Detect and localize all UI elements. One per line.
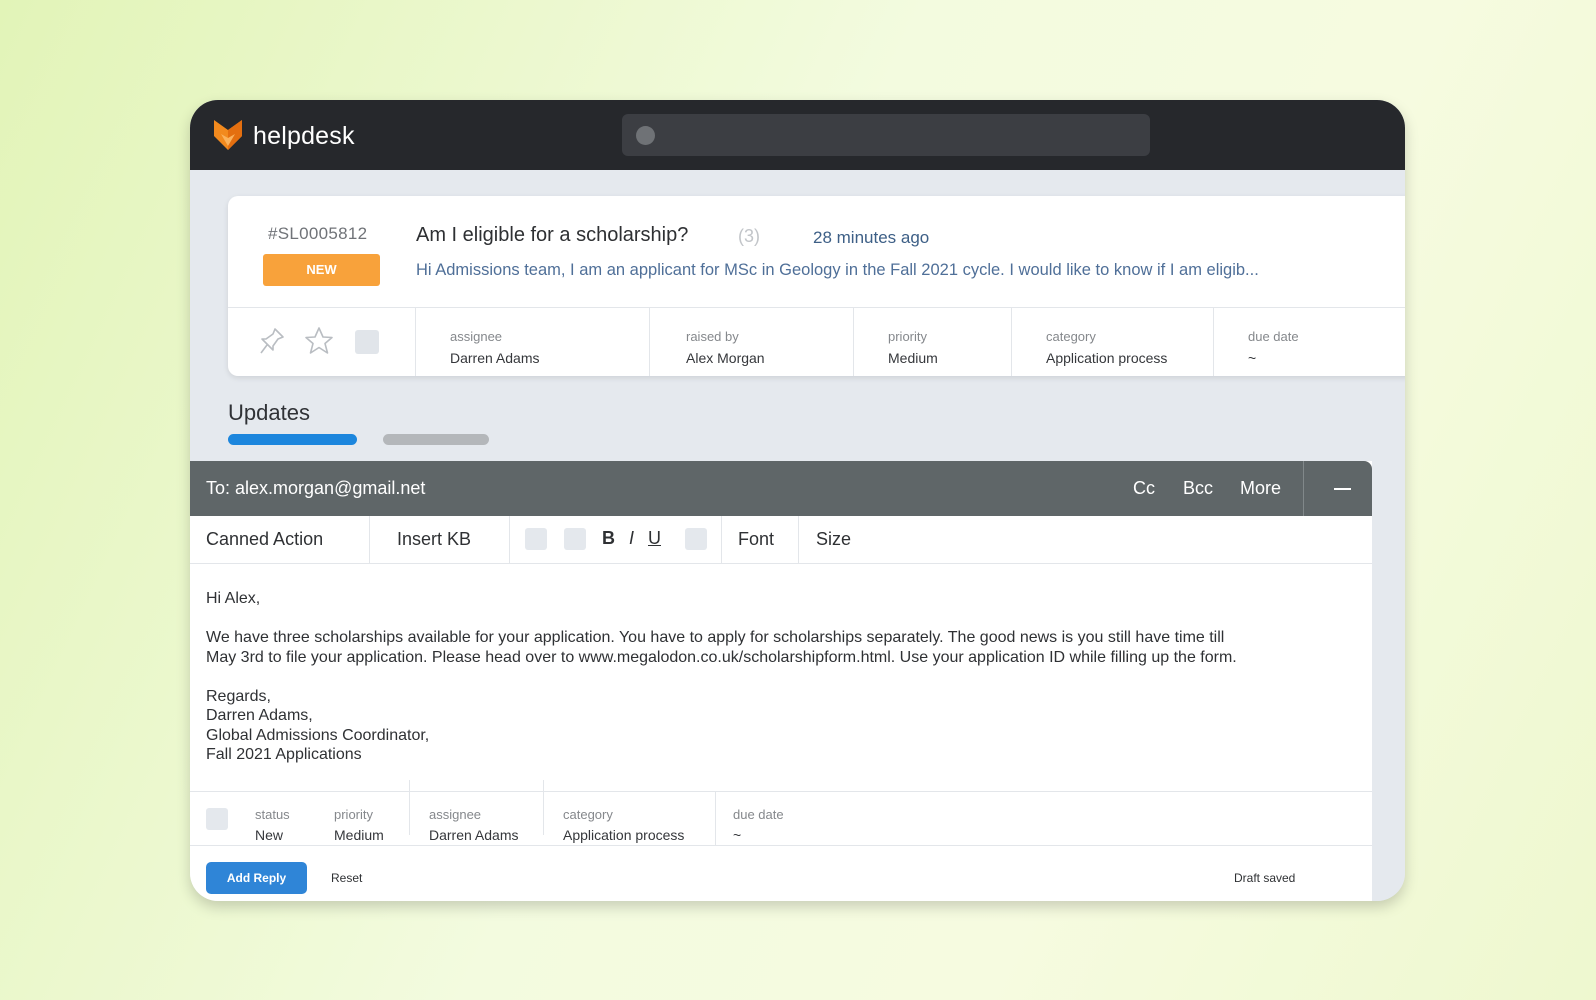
meta-assignee[interactable]: assignee Darren Adams [450, 329, 539, 366]
field-label: status [255, 807, 290, 822]
ticket-snippet[interactable]: Hi Admissions team, I am an applicant fo… [416, 261, 1259, 280]
draft-status: Draft saved [1234, 871, 1296, 885]
fox-logo-icon[interactable] [214, 120, 242, 150]
meta-label: category [1046, 329, 1096, 344]
more-button[interactable]: More [1240, 478, 1281, 499]
divider [415, 308, 416, 376]
format-icon[interactable] [685, 528, 707, 550]
reply-count: (3) [738, 226, 760, 246]
minimize-icon[interactable] [1328, 474, 1358, 504]
divider [509, 516, 510, 563]
canned-action-button[interactable]: Canned Action [206, 529, 323, 550]
meta-raised-by[interactable]: raised by Alex Morgan [686, 329, 765, 366]
pin-icon[interactable] [258, 326, 286, 356]
meta-value: Alex Morgan [686, 350, 765, 366]
ticket-tools [258, 326, 388, 356]
composer-header: To: alex.morgan@gmail.net Cc Bcc More [190, 461, 1372, 516]
divider [369, 516, 370, 563]
field-assignee[interactable]: assignee Darren Adams [429, 807, 518, 843]
tab-secondary[interactable] [383, 434, 489, 445]
scroll-track[interactable] [1372, 461, 1405, 901]
divider [409, 780, 410, 835]
search-icon [636, 126, 655, 145]
format-icon[interactable] [564, 528, 586, 550]
italic-button[interactable]: I [629, 528, 634, 549]
meta-label: assignee [450, 329, 503, 344]
divider [715, 792, 716, 846]
insert-kb-button[interactable]: Insert KB [397, 529, 471, 550]
field-value: ~ [733, 827, 742, 843]
meta-label: raised by [686, 329, 739, 344]
field-priority[interactable]: priority Medium [334, 807, 384, 843]
meta-due-date[interactable]: due date ~ [1248, 329, 1299, 366]
add-reply-button[interactable]: Add Reply [206, 862, 307, 894]
reply-composer: To: alex.morgan@gmail.net Cc Bcc More Ca… [190, 461, 1372, 901]
bold-button[interactable]: B [602, 528, 615, 549]
divider [721, 516, 722, 563]
ticket-card: #SL0005812 NEW Am I eligible for a schol… [228, 196, 1405, 376]
bcc-button[interactable]: Bcc [1183, 478, 1213, 499]
meta-priority[interactable]: priority Medium [888, 329, 938, 366]
reply-properties: status New priority Medium assignee Darr… [190, 780, 1372, 846]
status-badge: NEW [263, 254, 380, 286]
recipient-field[interactable]: To: alex.morgan@gmail.net [206, 478, 425, 499]
ticket-id: #SL0005812 [268, 224, 368, 243]
meta-value: ~ [1248, 350, 1257, 366]
field-label: assignee [429, 807, 482, 822]
field-label: priority [334, 807, 374, 822]
tab-updates-active[interactable] [228, 434, 357, 445]
reply-body-editor[interactable]: Hi Alex, We have three scholarships avai… [206, 589, 1356, 765]
meta-value: Application process [1046, 350, 1168, 366]
updates-heading: Updates [228, 400, 310, 425]
divider [649, 308, 650, 376]
brand-name: helpdesk [253, 122, 355, 150]
divider [798, 516, 799, 563]
field-label: due date [733, 807, 784, 822]
ticket-title[interactable]: Am I eligible for a scholarship? [416, 224, 688, 247]
divider [853, 308, 854, 376]
select-checkbox[interactable] [206, 808, 228, 830]
field-category[interactable]: category Application process [563, 807, 684, 843]
field-label: category [563, 807, 613, 822]
divider [228, 307, 1405, 308]
field-value: Darren Adams [429, 827, 519, 843]
meta-label: priority [888, 329, 928, 344]
meta-value: Darren Adams [450, 350, 540, 366]
divider [1011, 308, 1012, 376]
field-value: Application process [563, 827, 685, 843]
reset-button[interactable]: Reset [331, 871, 362, 885]
meta-value: Medium [888, 350, 938, 366]
divider [1303, 461, 1304, 516]
field-value: New [255, 827, 284, 843]
app-window: helpdesk #SL0005812 NEW Am I eligible fo… [190, 100, 1405, 901]
font-dropdown[interactable]: Font [738, 529, 774, 550]
star-icon[interactable] [304, 326, 334, 356]
meta-label: due date [1248, 329, 1299, 344]
select-checkbox[interactable] [355, 330, 379, 354]
format-icon[interactable] [525, 528, 547, 550]
search-bar[interactable] [622, 114, 1150, 156]
editor-toolbar: Canned Action Insert KB B I U Font Size [190, 516, 1372, 564]
field-value: Medium [334, 827, 384, 843]
size-dropdown[interactable]: Size [816, 529, 851, 550]
ticket-timestamp: 28 minutes ago [813, 228, 930, 247]
top-bar: helpdesk [190, 100, 1405, 170]
cc-button[interactable]: Cc [1133, 478, 1155, 499]
underline-button[interactable]: U [648, 528, 661, 549]
divider [543, 780, 544, 835]
divider [1213, 308, 1214, 376]
meta-category[interactable]: category Application process [1046, 329, 1167, 366]
field-due-date[interactable]: due date ~ [733, 807, 784, 843]
field-status[interactable]: status New [255, 807, 290, 843]
